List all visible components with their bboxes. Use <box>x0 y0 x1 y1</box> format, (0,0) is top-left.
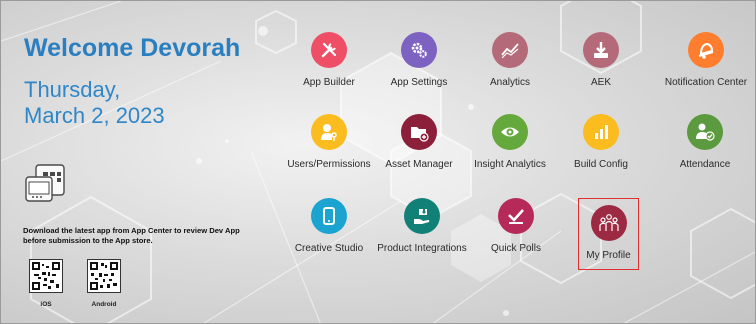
app-icon-circle <box>401 114 437 150</box>
date-day: Thursday, <box>24 77 121 102</box>
folder-add-icon <box>411 127 429 142</box>
app-tile-creative-studio[interactable]: Creative Studio <box>284 198 374 268</box>
app-label: App Builder <box>303 77 355 88</box>
app-tile-aek[interactable]: AEK <box>556 32 646 102</box>
app-tile-asset-manager[interactable]: Asset Manager <box>374 114 464 184</box>
app-icon-circle <box>492 114 528 150</box>
app-icon-circle <box>590 205 627 241</box>
app-tile-product-integrations[interactable]: Product Integrations <box>374 198 470 268</box>
date-full: March 2, 2023 <box>24 103 165 128</box>
app-icon-circle <box>688 32 724 68</box>
app-icon-circle <box>492 32 528 68</box>
app-label: Product Integrations <box>377 243 467 254</box>
app-icon-circle <box>311 198 347 234</box>
app-tile-my-profile[interactable]: My Profile <box>578 198 639 270</box>
gears-icon <box>411 42 427 58</box>
app-icon-circle <box>583 32 619 68</box>
app-tile-users-permissions[interactable]: Users/Permissions <box>284 114 374 184</box>
app-icon-circle <box>311 32 347 68</box>
tablet-icon <box>323 207 335 225</box>
eye-icon <box>501 127 519 137</box>
dashboard: Welcome Devorah Thursday, March 2, 2023 … <box>0 0 756 324</box>
app-icon-circle <box>401 32 437 68</box>
app-icon-circle <box>404 198 440 234</box>
app-label: Notification Center <box>664 77 748 88</box>
bell-icon <box>698 42 714 59</box>
app-label: Users/Permissions <box>287 159 371 170</box>
poll-check-icon <box>508 209 524 224</box>
bar-chart-icon <box>595 125 608 139</box>
app-tile-quick-polls[interactable]: Quick Polls <box>471 198 561 268</box>
ios-label: iOS <box>40 301 52 308</box>
android-qr[interactable]: Android <box>82 259 126 308</box>
app-label: AEK <box>590 77 611 88</box>
app-label: Analytics <box>489 77 530 88</box>
app-icon-circle <box>583 114 619 150</box>
app-icon-circle <box>498 198 534 234</box>
app-label: Asset Manager <box>385 159 453 170</box>
app-tile-analytics[interactable]: Analytics <box>465 32 555 102</box>
android-label: Android <box>91 301 117 308</box>
chart-line-icon <box>501 43 519 59</box>
app-label: Quick Polls <box>490 243 541 254</box>
app-devices-icon <box>25 164 65 202</box>
group-icon <box>598 214 619 231</box>
app-label: My Profile <box>586 250 631 261</box>
user-key-icon <box>321 124 337 141</box>
ios-qr-code-icon <box>29 259 63 293</box>
app-label: Attendance <box>679 159 731 170</box>
ios-qr[interactable]: iOS <box>24 259 68 308</box>
app-label: Build Config <box>574 159 628 170</box>
app-tile-app-builder[interactable]: App Builder <box>284 32 374 102</box>
app-tile-insight-analytics[interactable]: Insight Analytics <box>465 114 555 184</box>
app-tile-attendance[interactable]: Attendance <box>660 114 750 184</box>
app-icon-circle <box>311 114 347 150</box>
download-icon <box>594 42 608 58</box>
app-label: Creative Studio <box>294 243 364 254</box>
app-tile-build-config[interactable]: Build Config <box>556 114 646 184</box>
android-qr-code-icon <box>87 259 121 293</box>
tools-icon <box>321 42 337 58</box>
app-tile-app-settings[interactable]: App Settings <box>374 32 464 102</box>
download-instructions: Download the latest app from App Center … <box>23 226 240 245</box>
app-label: App Settings <box>390 77 448 88</box>
app-label: Insight Analytics <box>474 159 546 170</box>
user-check-icon <box>696 123 715 141</box>
app-tile-notification-center[interactable]: Notification Center <box>656 32 755 102</box>
app-icon-circle <box>687 114 723 150</box>
current-date: Thursday, March 2, 2023 <box>24 77 165 129</box>
hand-puzzle-icon <box>414 209 430 224</box>
welcome-heading: Welcome Devorah <box>24 34 241 62</box>
